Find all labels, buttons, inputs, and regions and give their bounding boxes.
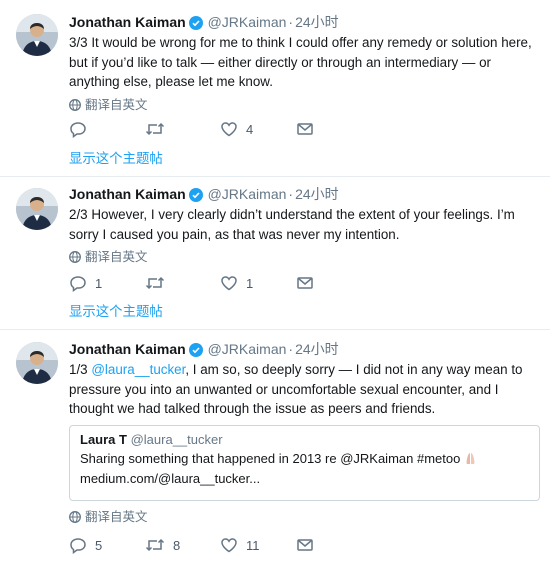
message-icon xyxy=(297,539,313,551)
praying-hands-emoji-icon xyxy=(464,451,477,466)
globe-icon xyxy=(69,98,81,116)
tweet-text: 3/3 It would be wrong for me to think I … xyxy=(69,35,532,89)
author-name[interactable]: Jonathan Kaiman xyxy=(69,341,186,357)
tweet-actions: 5 8 11 xyxy=(69,536,540,556)
author-handle[interactable]: @JRKaiman xyxy=(208,341,287,357)
avatar[interactable] xyxy=(16,14,58,56)
like-icon xyxy=(221,122,237,137)
reply-icon xyxy=(70,122,86,138)
verified-badge-icon xyxy=(188,342,203,362)
retweet-icon xyxy=(145,122,165,136)
message-button[interactable] xyxy=(296,536,314,556)
author-handle[interactable]: @JRKaiman xyxy=(208,14,287,30)
tweet-time[interactable]: 24小时 xyxy=(295,186,339,202)
reply-button[interactable] xyxy=(69,120,95,140)
author-handle[interactable]: @JRKaiman xyxy=(208,186,287,202)
like-button[interactable]: 11 xyxy=(220,536,260,556)
reply-icon xyxy=(70,538,86,554)
tweet-feed: Jonathan Kaiman @JRKaiman · 24小时 3/3 It wo… xyxy=(0,0,550,567)
tweet-time[interactable]: 24小时 xyxy=(295,14,339,30)
tweet-actions: 4 xyxy=(69,120,540,140)
tweet-text: 1/3 @laura__tucker, I am so, so deeply s… xyxy=(69,362,523,416)
retweet-button[interactable] xyxy=(145,274,173,294)
quote-text: Sharing something that happened in 2013 … xyxy=(80,451,461,466)
show-thread-link[interactable]: 显示这个主题帖 xyxy=(69,150,163,168)
quote-author-handle: @laura__tucker xyxy=(130,432,223,447)
like-icon xyxy=(221,538,237,553)
tweet-2[interactable]: Jonathan Kaiman @JRKaiman · 24小时 2/3 Howev… xyxy=(0,177,550,330)
reply-icon xyxy=(70,276,86,292)
tweet-3[interactable]: Jonathan Kaiman @JRKaiman · 24小时 1/3 @laur… xyxy=(0,330,550,567)
tweet-header: Jonathan Kaiman @JRKaiman · 24小时 xyxy=(69,339,538,359)
retweet-button[interactable]: 8 xyxy=(145,536,180,556)
tweet-1[interactable]: Jonathan Kaiman @JRKaiman · 24小时 3/3 It wo… xyxy=(0,0,550,177)
translate-label: 翻译自英文 xyxy=(85,510,148,524)
tweet-text: 2/3 However, I very clearly didn’t under… xyxy=(69,207,515,242)
mention-link[interactable]: @laura__tucker xyxy=(91,362,185,377)
like-button[interactable]: 1 xyxy=(220,274,253,294)
translate-label: 翻译自英文 xyxy=(85,250,148,264)
translate-label: 翻译自英文 xyxy=(85,97,148,112)
message-icon xyxy=(297,277,313,289)
verified-badge-icon xyxy=(188,187,203,207)
globe-icon xyxy=(69,510,81,528)
globe-icon xyxy=(69,250,81,268)
author-name[interactable]: Jonathan Kaiman xyxy=(69,14,186,30)
retweet-icon xyxy=(145,276,165,290)
reply-button[interactable]: 1 xyxy=(69,274,102,294)
reply-button[interactable]: 5 xyxy=(69,536,102,556)
translate-link[interactable]: 翻译自英文 xyxy=(69,96,538,114)
quote-author-name: Laura T xyxy=(80,432,127,447)
tweet-header: Jonathan Kaiman @JRKaiman · 24小时 xyxy=(69,184,538,204)
translate-link[interactable]: 翻译自英文 xyxy=(69,508,148,526)
message-button[interactable] xyxy=(296,120,314,140)
avatar[interactable] xyxy=(16,342,58,384)
tweet-actions: 1 1 xyxy=(69,274,540,294)
like-button[interactable]: 4 xyxy=(220,120,253,140)
message-icon xyxy=(297,123,313,135)
verified-badge-icon xyxy=(188,15,203,35)
like-icon xyxy=(221,276,237,291)
translate-link[interactable]: 翻译自英文 xyxy=(69,248,538,266)
quote-link: medium.com/@laura__tucker... xyxy=(80,471,261,486)
retweet-icon xyxy=(145,538,165,552)
retweet-button[interactable] xyxy=(145,120,173,140)
message-button[interactable] xyxy=(296,274,314,294)
show-thread-link[interactable]: 显示这个主题帖 xyxy=(69,303,163,321)
avatar[interactable] xyxy=(16,188,58,230)
author-name[interactable]: Jonathan Kaiman xyxy=(69,186,186,202)
quoted-tweet[interactable]: Laura T @laura__tucker Sharing something… xyxy=(69,425,540,501)
tweet-header: Jonathan Kaiman @JRKaiman · 24小时 xyxy=(69,12,538,32)
tweet-time[interactable]: 24小时 xyxy=(295,341,339,357)
